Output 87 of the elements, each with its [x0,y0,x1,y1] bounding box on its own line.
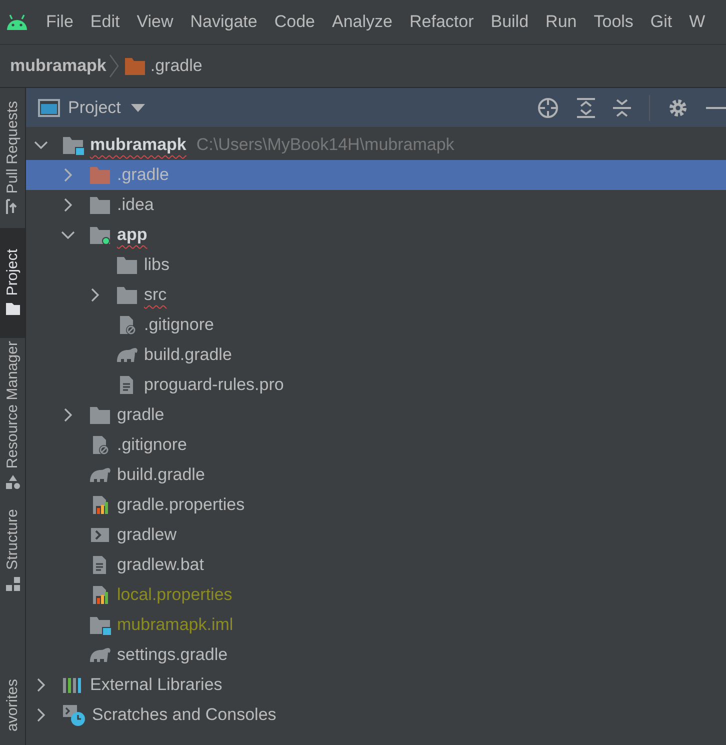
tree-item-label: gradlew [117,524,177,546]
tree-row[interactable]: .idea [26,190,726,220]
elephant-icon [89,465,111,485]
module-folder-icon [89,615,111,635]
tree-item-label: gradlew.bat [117,554,204,576]
tree-row[interactable]: app [26,220,726,250]
tree-row[interactable]: gradlew [26,520,726,550]
tree-item-label: mubramapk.iml [117,614,234,636]
breadcrumb-separator-icon [108,54,120,78]
side-tab[interactable]: Resource Manager [0,338,25,493]
scratch-clock-icon [62,704,86,726]
tree-row[interactable]: External Libraries [26,670,726,700]
menu-item[interactable]: Git [650,9,672,35]
library-icon [62,675,84,695]
menu-item[interactable]: File [46,9,74,35]
tree-item-label: src [144,284,167,306]
expand-all-icon[interactable] [577,98,595,118]
tree-row[interactable]: mubramapk C:\Users\MyBook14H\mubramapk [26,130,726,160]
tree-row[interactable]: build.gradle [26,460,726,490]
module-folder-icon [62,135,84,155]
tree-item-label: .idea [117,194,154,216]
tree-item-label: gradle.properties [117,494,245,516]
tree-item-label: .gradle [117,164,169,186]
structure-icon [5,576,21,592]
tree-row[interactable]: libs [26,250,726,280]
breadcrumb-item[interactable]: mubramapk [10,53,106,79]
tree-item-label: build.gradle [144,344,232,366]
elephant-icon [89,645,111,665]
side-tab[interactable]: Structure [0,493,25,608]
tree-item-label: .gitignore [144,314,214,336]
menu-item[interactable]: Code [274,9,315,35]
shapes-icon [5,474,21,490]
tree-row[interactable]: src [26,280,726,310]
tree-row[interactable]: gradle [26,400,726,430]
folder-icon [89,195,111,215]
menu-item[interactable]: Navigate [190,9,258,35]
folder-icon [89,165,111,185]
tree-item-label: libs [144,254,170,276]
tree-row[interactable]: mubramapk.iml [26,610,726,640]
tree-item-label: Scratches and Consoles [92,704,276,726]
breadcrumb-item[interactable]: .gradle [150,53,202,79]
project-window-icon [38,98,60,116]
folder-icon [5,301,21,318]
settings-icon[interactable] [668,98,688,118]
folder-icon [124,56,146,76]
folder-icon [116,285,138,305]
tree-row[interactable]: Scratches and Consoles [26,700,726,730]
panel-title[interactable]: Project [68,94,121,120]
tree-item-label: local.properties [117,584,232,606]
tree-item-label: External Libraries [90,674,222,696]
tree-row[interactable]: gradle.properties [26,490,726,520]
menu-item[interactable]: Refactor [409,9,474,35]
tree-row[interactable]: settings.gradle [26,640,726,670]
tree-row[interactable]: build.gradle [26,340,726,370]
tree-item-label: app [117,224,148,246]
tree-row[interactable]: proguard-rules.pro [26,370,726,400]
tree-item-label: proguard-rules.pro [144,374,284,396]
project-path: C:\Users\MyBook14H\mubramapk [196,134,454,156]
tree-row[interactable]: .gitignore [26,430,726,460]
minimize-icon[interactable] [706,106,726,110]
folder-icon [89,405,111,425]
side-tab[interactable]: Project [0,228,25,338]
menu-item[interactable]: Analyze [332,9,392,35]
elephant-icon [116,345,138,365]
tree-item-label: gradle [117,404,164,426]
tree-item-label: settings.gradle [117,644,228,666]
menu-item[interactable]: Run [546,9,577,35]
side-tab[interactable]: Pull Requests [0,88,25,228]
menu-item[interactable]: View [136,9,174,35]
menu-item[interactable]: Edit [90,9,120,35]
tree-row[interactable]: gradlew.bat [26,550,726,580]
menu-item[interactable]: Tools [594,9,634,35]
android-logo-icon [4,13,30,31]
menu-item[interactable]: W [689,9,706,35]
dropdown-caret-icon[interactable] [130,104,145,112]
tree-item-label: mubramapk [90,134,186,156]
folder-icon [116,255,138,275]
locate-icon[interactable] [537,96,559,118]
tree-row[interactable]: .gitignore [26,310,726,340]
tree-item-label: build.gradle [117,464,205,486]
menu-item[interactable]: Build [490,9,529,35]
terminal-icon [89,525,111,545]
module-folder-icon [89,225,111,245]
tree-row[interactable]: local.properties [26,580,726,610]
collapse-all-icon[interactable] [613,98,631,118]
tree-item-label: .gitignore [117,434,187,456]
side-tab[interactable]: avorites [0,665,25,745]
